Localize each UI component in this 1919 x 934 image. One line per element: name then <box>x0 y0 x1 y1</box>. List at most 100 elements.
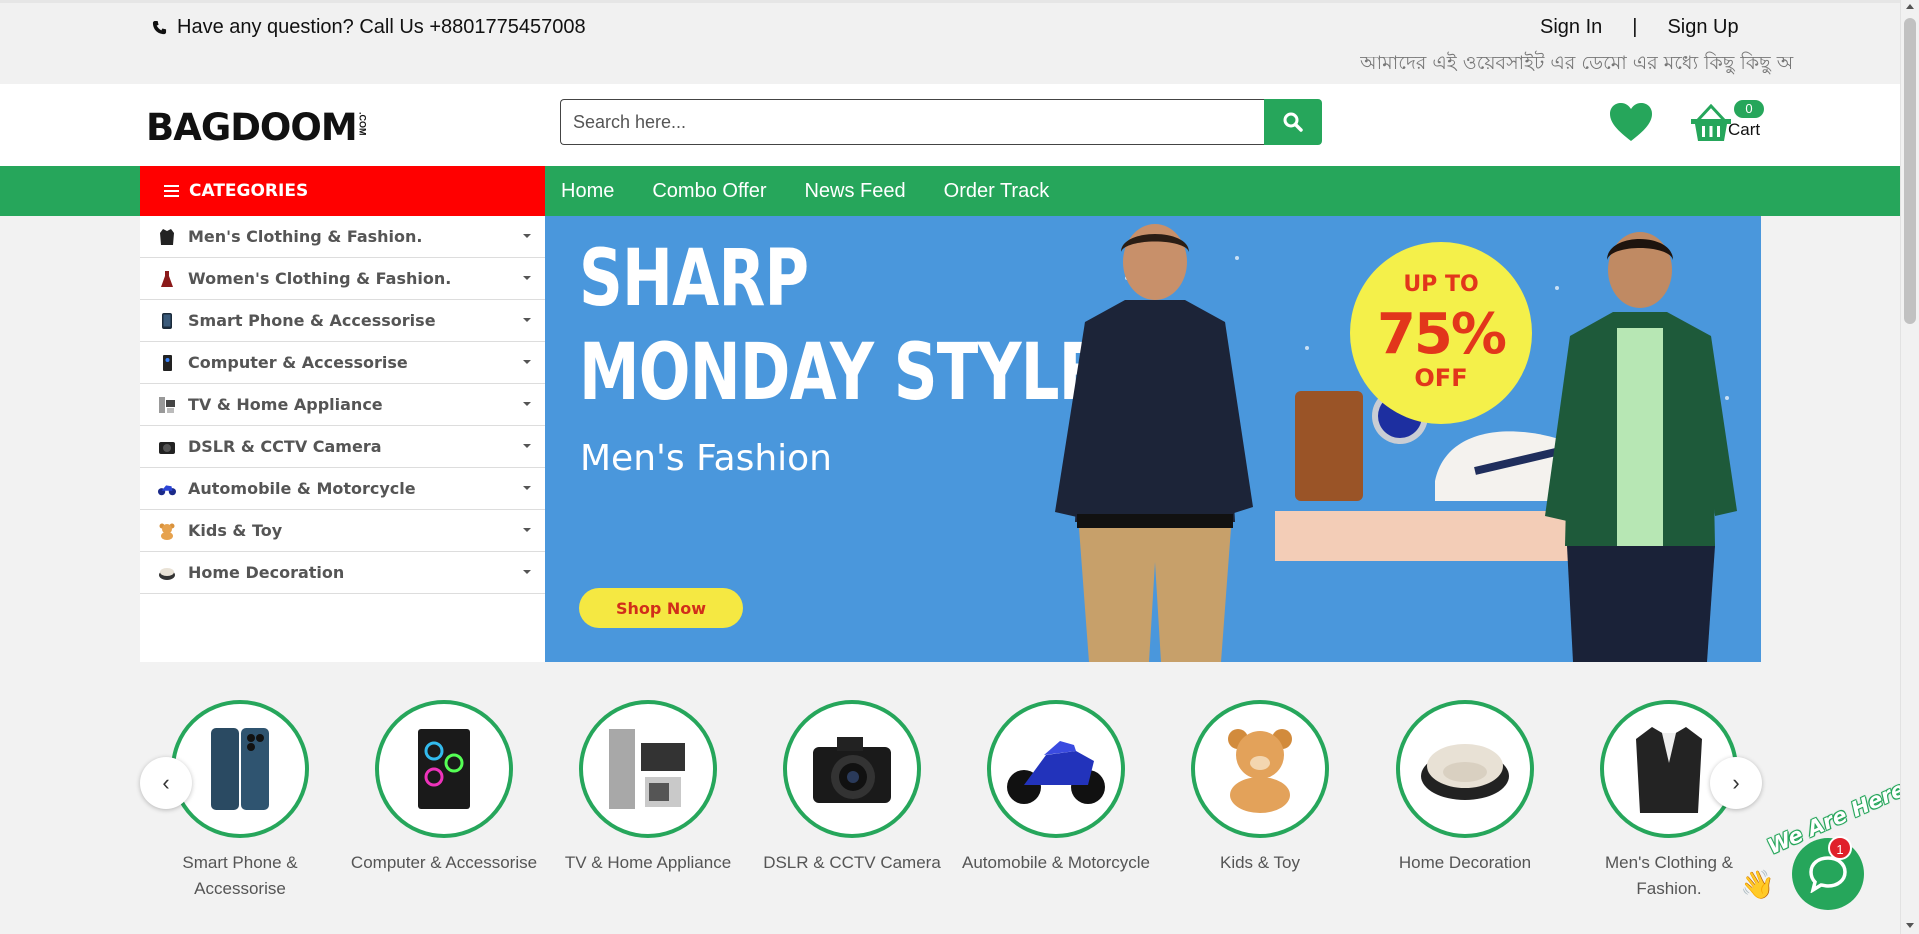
caret-down-icon <box>523 402 531 406</box>
motorcycle-image <box>1007 741 1105 804</box>
carousel-image <box>1191 700 1329 838</box>
caret-down-icon <box>523 276 531 280</box>
discount-badge: UP TO 75% OFF <box>1350 242 1532 424</box>
phone-icon <box>158 312 176 330</box>
banner-subtitle: Men's Fashion <box>580 438 832 479</box>
categories-toggle[interactable]: CATEGORIES <box>140 166 545 216</box>
caret-down-icon <box>523 360 531 364</box>
search-icon <box>1283 112 1303 132</box>
cart-count-badge: 0 <box>1734 100 1764 118</box>
caret-down-icon <box>523 570 531 574</box>
auth-links: Sign In | Sign Up <box>1540 16 1739 39</box>
carousel-item-automobile[interactable]: Automobile & Motorcycle <box>956 700 1156 876</box>
carousel-prev-button[interactable]: ‹ <box>140 757 192 809</box>
sidebar-item-smart-phone[interactable]: Smart Phone & Accessorise <box>140 300 545 342</box>
carousel-label: Automobile & Motorcycle <box>961 853 1151 872</box>
carousel-label: Smart Phone & Accessorise <box>140 850 340 902</box>
menu-icon <box>164 185 179 197</box>
sign-in-link[interactable]: Sign In <box>1540 16 1602 39</box>
teddy-bear-icon <box>158 522 176 540</box>
label-line2: Fashion. <box>1636 879 1702 898</box>
site-logo[interactable]: BAGDOOM .COM <box>146 106 368 149</box>
teddy-bear-image <box>1228 729 1292 813</box>
sidebar-item-label: Women's Clothing & Fashion. <box>188 269 452 288</box>
top-bar: Have any question? Call Us +880177545700… <box>0 0 1900 84</box>
carousel-image <box>171 700 309 838</box>
sidebar-item-label: Automobile & Motorcycle <box>188 479 416 498</box>
caret-down-icon <box>523 528 531 532</box>
carousel-label: TV & Home Appliance <box>564 853 732 872</box>
scroll-down-arrow-icon[interactable] <box>1906 923 1914 928</box>
banner-headline-line1: SHARP <box>579 234 809 324</box>
nav-links: Home Combo Offer News Feed Order Track <box>561 166 1049 216</box>
model-dark-shirt-image <box>1055 224 1253 662</box>
pc-tower-image <box>418 729 470 809</box>
nav-combo-offer[interactable]: Combo Offer <box>652 180 766 203</box>
pc-tower-icon <box>158 354 176 372</box>
carousel-label: Computer & Accessorise <box>350 853 538 872</box>
sidebar-item-womens-clothing[interactable]: Women's Clothing & Fashion. <box>140 258 545 300</box>
sign-up-link[interactable]: Sign Up <box>1667 16 1738 39</box>
wishlist-heart-icon[interactable] <box>1608 101 1654 143</box>
label-line2: Accessorise <box>194 879 286 898</box>
categories-label: CATEGORIES <box>189 181 309 201</box>
sidebar-item-mens-clothing[interactable]: Men's Clothing & Fashion. <box>140 216 545 258</box>
sidebar-item-dslr-cctv[interactable]: DSLR & CCTV Camera <box>140 426 545 468</box>
scroll-up-arrow-icon[interactable] <box>1906 4 1914 9</box>
sidebar-item-label: DSLR & CCTV Camera <box>188 437 382 456</box>
sidebar-item-kids-toy[interactable]: Kids & Toy <box>140 510 545 552</box>
carousel-item-dslr-cctv[interactable]: DSLR & CCTV Camera <box>752 700 952 876</box>
blazer-image <box>1636 727 1702 813</box>
nav-order-track[interactable]: Order Track <box>944 180 1050 203</box>
caret-down-icon <box>523 486 531 490</box>
notice-marquee: আমাদের এই ওয়েবসাইট এর ডেমো এর মধ্যে কিছ… <box>1360 52 1794 74</box>
chat-unread-badge: 1 <box>1828 836 1852 860</box>
nav-news-feed[interactable]: News Feed <box>804 180 905 203</box>
label-line1: Men's Clothing & <box>1605 853 1733 872</box>
nav-home[interactable]: Home <box>561 180 614 203</box>
sidebar-item-label: Home Decoration <box>188 563 345 582</box>
category-sidebar: Men's Clothing & Fashion. Women's Clothi… <box>140 216 545 662</box>
search-input[interactable] <box>560 99 1264 145</box>
carousel-item-home-decoration[interactable]: Home Decoration <box>1365 700 1565 876</box>
badge-percent: 75% <box>1376 302 1507 367</box>
carousel-label: Men's Clothing & Fashion. <box>1569 850 1769 902</box>
carousel-image <box>987 700 1125 838</box>
sidebar-item-home-decoration[interactable]: Home Decoration <box>140 552 545 594</box>
search-bar <box>560 99 1322 145</box>
shop-now-button[interactable]: Shop Now <box>579 588 743 628</box>
category-carousel: Smart Phone & Accessorise Computer & Acce… <box>140 700 1762 910</box>
carousel-item-kids-toy[interactable]: Kids & Toy <box>1160 700 1360 876</box>
chair-icon <box>158 564 176 582</box>
search-button[interactable] <box>1264 99 1322 145</box>
sidebar-item-label: Smart Phone & Accessorise <box>188 311 436 330</box>
label-line1: Smart Phone & <box>182 853 298 872</box>
caret-down-icon <box>523 234 531 238</box>
logo-suffix: .COM <box>357 112 368 136</box>
phone-text: Have any question? Call Us +880177545700… <box>177 16 586 38</box>
sidebar-item-computer[interactable]: Computer & Accessorise <box>140 342 545 384</box>
contact-info: Have any question? Call Us +880177545700… <box>152 16 586 39</box>
scrollbar-thumb[interactable] <box>1904 18 1916 324</box>
jacket-icon <box>158 228 176 246</box>
appliances-image <box>609 729 685 809</box>
camera-icon <box>158 438 176 456</box>
sidebar-item-tv-appliance[interactable]: TV & Home Appliance <box>140 384 545 426</box>
sidebar-item-automobile[interactable]: Automobile & Motorcycle <box>140 468 545 510</box>
cart-label: Cart <box>1728 120 1761 139</box>
carousel-item-tv-appliance[interactable]: TV & Home Appliance <box>548 700 748 876</box>
hero-banner[interactable]: SHARP MONDAY STYLE Men's Fashion Shop No… <box>545 216 1761 662</box>
carousel-item-computer[interactable]: Computer & Accessorise <box>344 700 544 876</box>
carousel-label: Home Decoration <box>1398 853 1532 872</box>
page-scrollbar[interactable] <box>1900 0 1919 934</box>
dslr-camera-image <box>813 737 891 803</box>
carousel-image <box>579 700 717 838</box>
carousel-image <box>375 700 513 838</box>
cart-button[interactable]: 0 Cart <box>1690 100 1770 146</box>
auth-divider: | <box>1632 16 1638 38</box>
sidebar-item-label: Kids & Toy <box>188 521 283 540</box>
chat-widget[interactable]: 👋 We Are Here! 1 <box>1740 773 1918 930</box>
carousel-label: DSLR & CCTV Camera <box>763 853 941 872</box>
badge-upto: UP TO <box>1403 272 1479 297</box>
motorcycle-icon <box>158 480 176 498</box>
